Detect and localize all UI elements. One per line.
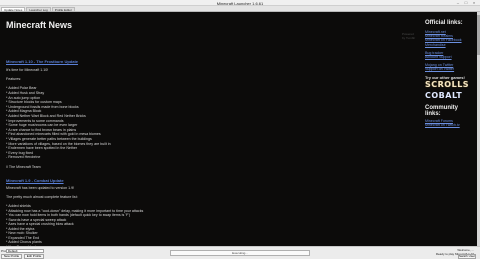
cobalt-logo[interactable]: COBALT (425, 91, 475, 100)
post-line: * Added Husk and Stray (6, 91, 45, 95)
post-line: * Endermen have been spotted in the Neth… (6, 146, 78, 151)
post-line: * Added the elytra (6, 226, 35, 231)
tab-update-notes[interactable]: Update Notes (1, 7, 26, 12)
post-line: * Find abandoned minecarts filled with g… (6, 132, 101, 137)
community-links-heading: Community links: (425, 104, 458, 117)
news-panel: Minecraft News Powered by Tumblr Minecra… (0, 12, 480, 258)
progress-bar: Executing... (170, 250, 310, 256)
post-line: * Axes have a special crushing blow atta… (6, 222, 74, 226)
post-line: * An auto jump option (6, 95, 41, 100)
post-line: * Added shields (6, 204, 31, 208)
edit-profile-button[interactable]: Edit Profile (24, 254, 44, 259)
bottom-bar: Profile: Default New Profile Edit Profil… (0, 246, 480, 259)
post-line: // The Minecraft Team (6, 164, 41, 169)
news-title: Minecraft News (6, 20, 73, 30)
tab-launcher-log[interactable]: Launcher Log (26, 7, 51, 12)
new-profile-button[interactable]: New Profile (1, 254, 22, 259)
post-line: * Added Magma Block (6, 109, 42, 114)
post-line: * Underground fossils made from bone blo… (6, 104, 79, 109)
post-line: * Expanded The End (6, 235, 40, 240)
post-line: * Structure blocks for custom maps (6, 100, 62, 105)
post-line: * Improvements to some commands (6, 118, 64, 123)
post-title-frostburn[interactable]: Minecraft 1.10 - The Frostburn Update (6, 59, 78, 64)
post-line: * Some huge mushrooms can be even larger (6, 123, 78, 128)
tab-profile-editor[interactable]: Profile Editor (51, 7, 75, 12)
sidebar: Official links: Minecraft.net Minecraft … (425, 20, 475, 127)
post-line: Minecraft has been updated to version 1.… (6, 186, 75, 190)
post-title-combat[interactable]: Minecraft 1.9 - Combat Update (6, 178, 64, 183)
post-line: * You can now hold items in both hands (… (6, 213, 131, 217)
link-minecraft-twitch[interactable]: Minecraft on Twitch.tv (425, 123, 475, 127)
powered-by-label: Powered by Tumblr (402, 32, 416, 40)
post-line: * Added Chorus plants (6, 240, 42, 244)
post-line: * Attacking now has a "cool-down" delay,… (6, 208, 144, 213)
post-line: The pretty much almost complete feature … (6, 195, 78, 199)
post-line: It's time for Minecraft 1.10! (6, 68, 49, 72)
post-line: * Villages generate better paths between… (6, 137, 92, 141)
profile-select[interactable]: Default (6, 249, 44, 253)
scrolls-logo[interactable]: SCROLLS (425, 80, 475, 89)
post-line: * A rare chance to find brown bears in p… (6, 127, 77, 132)
post-line: * Added Nether Wart Block and Red Nether… (6, 114, 86, 118)
post-line: * Added Polar Bear (6, 86, 37, 91)
post-line: Features: (6, 77, 22, 82)
post-line: * Every bug fixed (6, 150, 34, 155)
switch-user-button[interactable]: Switch User (458, 254, 476, 259)
post-line: * More variations of villages, based on … (6, 141, 111, 146)
post-line: * New mob: Shulker (6, 231, 38, 235)
post-line: * Swords have a special sweep attack (6, 217, 67, 222)
news-column: Minecraft News Powered by Tumblr Minecra… (6, 20, 416, 258)
post-line: - Removed Herobrine (6, 155, 41, 160)
